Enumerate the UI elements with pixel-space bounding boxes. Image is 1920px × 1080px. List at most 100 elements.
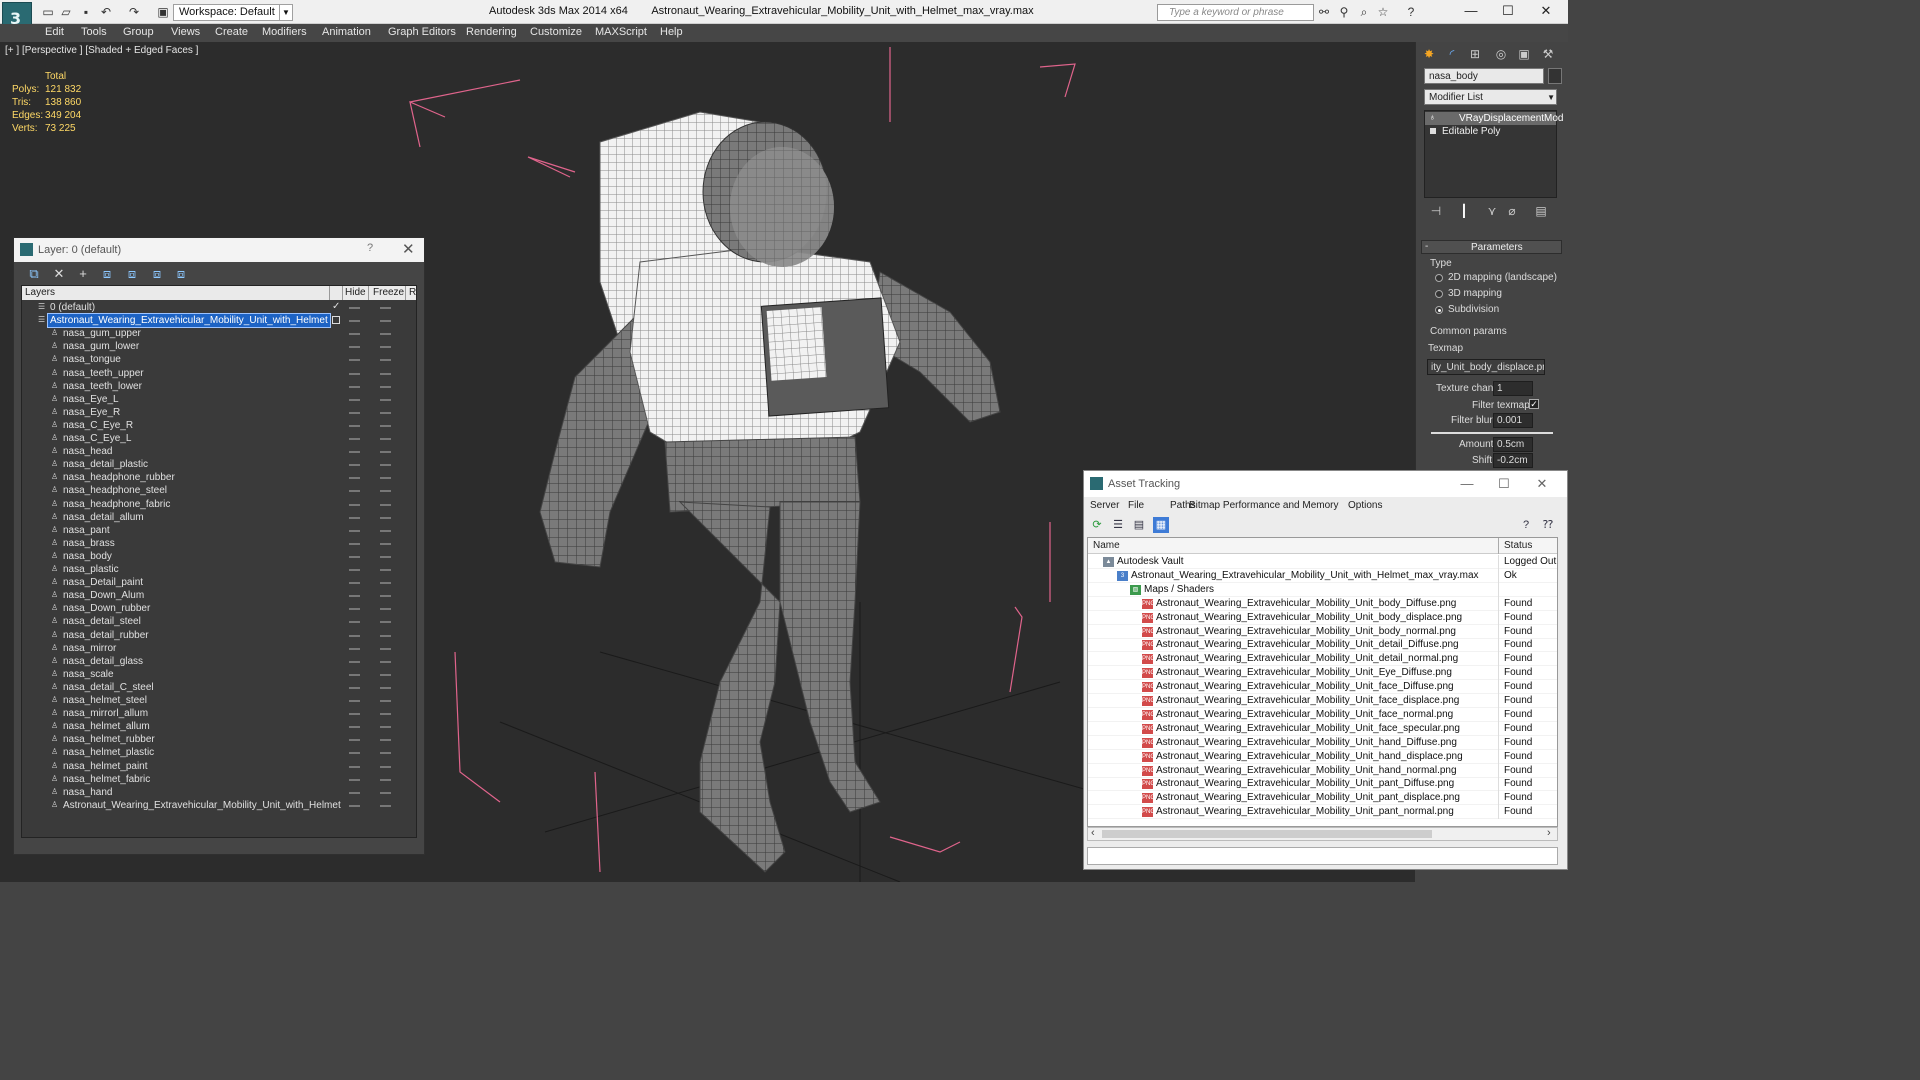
hide-toggle[interactable] [349, 713, 360, 716]
remove-modifier-icon[interactable]: ⌀ [1502, 202, 1522, 220]
menu-modifiers[interactable]: Modifiers [262, 26, 307, 38]
hide-toggle[interactable] [349, 555, 360, 558]
layer-row[interactable]: ♙ nasa_gum_upper [22, 327, 416, 340]
hide-toggle[interactable] [349, 791, 360, 794]
layer-dialog-help-button[interactable]: ? [367, 242, 373, 254]
help-icon[interactable]: ? [1518, 517, 1534, 533]
hide-toggle[interactable] [349, 411, 360, 414]
scroll-right-icon[interactable]: › [1547, 827, 1551, 839]
search-input[interactable]: Type a keyword or phrase [1157, 4, 1314, 21]
asset-row[interactable]: 3 Astronaut_Wearing_Extravehicular_Mobili… [1088, 568, 1557, 583]
freeze-toggle[interactable] [380, 320, 391, 323]
hide-toggle[interactable] [349, 569, 360, 571]
layer-dialog-titlebar[interactable]: Layer: 0 (default) ? ✕ [14, 238, 424, 262]
layer-row[interactable]: ♙ nasa_pant [22, 524, 416, 537]
freeze-toggle[interactable] [380, 542, 391, 545]
minimize-button[interactable]: — [1460, 2, 1482, 20]
freeze-toggle[interactable] [380, 634, 391, 637]
asset-row[interactable]: PNG Astronaut_Wearing_Extravehicular_Mobi… [1088, 694, 1557, 708]
layer-row[interactable]: ♙ nasa_helmet_fabric [22, 773, 416, 786]
stack-item[interactable]: Editable Poly [1425, 125, 1556, 138]
layer-row-label[interactable]: nasa_C_Eye_R [61, 419, 135, 432]
freeze-toggle[interactable] [380, 673, 391, 676]
hide-toggle[interactable] [349, 503, 360, 506]
menu-tools[interactable]: Tools [81, 26, 107, 38]
layer-row[interactable]: ♙ nasa_detail_C_steel [22, 681, 416, 694]
layer-row-label[interactable]: nasa_gum_lower [61, 340, 141, 353]
highlight-layer-icon[interactable]: ⧈ [124, 266, 140, 282]
hide-toggle[interactable] [349, 451, 360, 454]
texmap-button[interactable]: ity_Unit_body_displace.png) [1427, 359, 1545, 375]
configure-modifier-sets-icon[interactable]: ▤ [1531, 202, 1551, 220]
asset-row[interactable]: PNG Astronaut_Wearing_Extravehicular_Mobi… [1088, 777, 1557, 792]
column-header-layers[interactable]: Layers [25, 287, 55, 298]
hide-toggle[interactable] [349, 634, 360, 637]
asset-menu-file[interactable]: File [1128, 500, 1144, 511]
layer-row-label[interactable]: nasa_Detail_paint [61, 576, 145, 589]
layer-row-label[interactable]: nasa_head [61, 445, 115, 458]
display-tab-icon[interactable]: ▣ [1514, 45, 1534, 63]
asset-row[interactable]: PNG Astronaut_Wearing_Extravehicular_Mobi… [1088, 707, 1557, 722]
undo-icon[interactable]: ↶ [98, 5, 114, 19]
help-icon[interactable]: ? [1403, 5, 1419, 19]
hide-toggle[interactable] [349, 726, 360, 729]
layer-row[interactable]: ♙ nasa_Eye_R [22, 406, 416, 419]
column-header-render[interactable]: R [409, 287, 416, 298]
hide-toggle[interactable] [349, 582, 360, 585]
layer-row[interactable]: ♙ nasa_C_Eye_L [22, 432, 416, 445]
layer-row-label[interactable]: Astronaut_Wearing_Extravehicular_Mobilit… [61, 799, 343, 812]
close-button[interactable]: ✕ [1532, 475, 1552, 493]
layer-row-label[interactable]: nasa_helmet_rubber [61, 733, 157, 746]
layer-row[interactable]: ♙ nasa_C_Eye_R [22, 419, 416, 432]
astronaut-model[interactable] [539, 111, 1001, 873]
freeze-toggle[interactable] [380, 621, 391, 624]
layer-row-label[interactable]: nasa_mirror [61, 642, 118, 655]
layer-row[interactable]: ♙ nasa_detail_glass [22, 655, 416, 668]
layer-row-label[interactable]: nasa_pant [61, 524, 112, 537]
hide-toggle[interactable] [349, 438, 360, 440]
freeze-toggle[interactable] [380, 307, 391, 309]
layer-row[interactable]: ♙ nasa_headphone_steel [22, 484, 416, 497]
amount-spinner[interactable]: 0.5cm [1493, 437, 1533, 452]
layer-row-label[interactable]: nasa_detail_allum [61, 511, 146, 524]
hide-toggle[interactable] [349, 385, 360, 388]
asset-row[interactable]: PNG Astronaut_Wearing_Extravehicular_Mobi… [1088, 666, 1557, 681]
freeze-toggle[interactable] [380, 516, 391, 519]
maximize-button[interactable]: ☐ [1497, 2, 1519, 20]
freeze-all-layers-icon[interactable]: ⧈ [173, 266, 189, 282]
freeze-toggle[interactable] [380, 438, 391, 440]
asset-row[interactable]: PNG Astronaut_Wearing_Extravehicular_Mobi… [1088, 749, 1557, 764]
texture-chan-spinner[interactable]: 1 [1493, 381, 1533, 396]
layer-row-label[interactable]: nasa_headphone_rubber [61, 471, 177, 484]
hide-toggle[interactable] [349, 490, 360, 493]
freeze-toggle[interactable] [380, 726, 391, 729]
asset-list-scrollbar[interactable]: ‹ › [1087, 827, 1558, 841]
hide-toggle[interactable] [349, 765, 360, 768]
asset-row[interactable]: PNG Astronaut_Wearing_Extravehicular_Mobi… [1088, 721, 1557, 736]
hide-toggle[interactable] [349, 660, 360, 663]
menu-group[interactable]: Group [123, 26, 154, 38]
communication-icon[interactable]: ⌕ [1356, 5, 1372, 19]
hide-toggle[interactable] [349, 529, 360, 532]
layer-row-label[interactable]: nasa_body [61, 550, 114, 563]
layer-row-label[interactable]: nasa_helmet_fabric [61, 773, 152, 786]
utilities-tab-icon[interactable]: ⚒ [1538, 45, 1558, 63]
layer-row[interactable]: ♙ nasa_helmet_paint [22, 760, 416, 773]
filter-texmap-checkbox[interactable]: ✓ [1529, 399, 1539, 409]
asset-row[interactable]: PNG Astronaut_Wearing_Extravehicular_Mobi… [1088, 763, 1557, 778]
modifier-list-dropdown[interactable]: Modifier List ▼ [1424, 89, 1557, 105]
stack-item[interactable]: ♁ VRayDisplacementMod [1425, 112, 1564, 125]
freeze-toggle[interactable] [380, 398, 391, 401]
hide-toggle[interactable] [349, 647, 360, 650]
menu-rendering[interactable]: Rendering [466, 26, 517, 38]
layer-row-label[interactable]: 0 (default) [48, 301, 97, 314]
layer-row[interactable]: ♙ nasa_detail_allum [22, 511, 416, 524]
layer-row-label[interactable]: nasa_helmet_steel [61, 694, 149, 707]
freeze-toggle[interactable] [380, 490, 391, 493]
layer-row-label[interactable]: nasa_detail_C_steel [61, 681, 156, 694]
freeze-toggle[interactable] [380, 608, 391, 611]
freeze-toggle[interactable] [380, 778, 391, 781]
asset-menu-options[interactable]: Options [1348, 500, 1382, 511]
subscription-icon[interactable]: ⚲ [1336, 5, 1352, 19]
layer-row-label[interactable]: nasa_Down_rubber [61, 602, 152, 615]
